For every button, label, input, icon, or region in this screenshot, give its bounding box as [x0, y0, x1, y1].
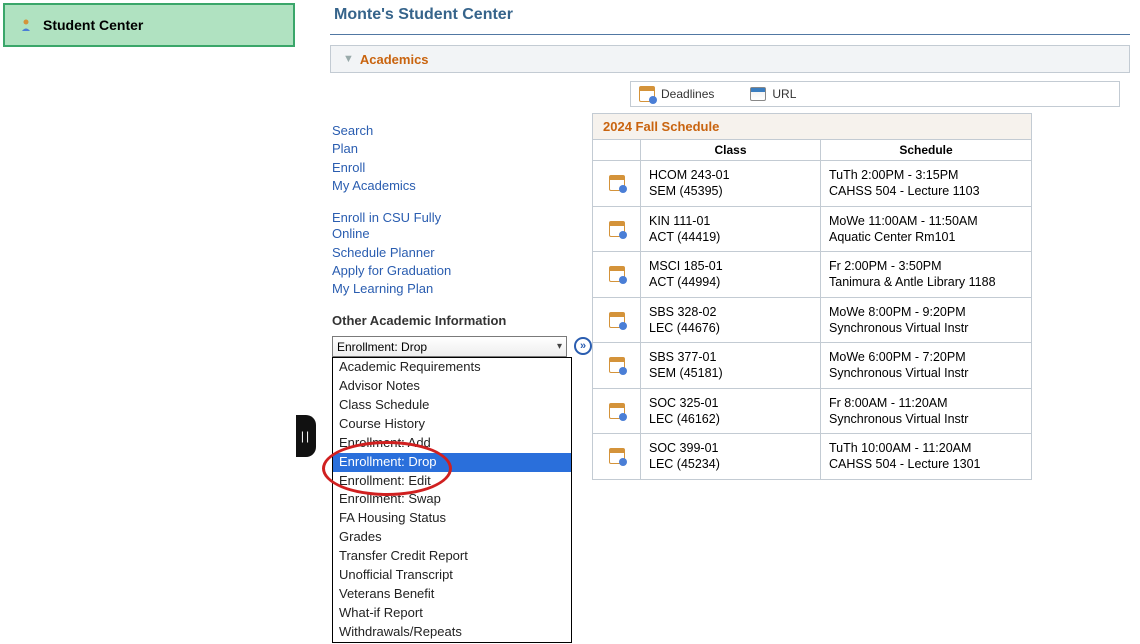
dropdown-option[interactable]: Enrollment: Swap: [333, 490, 571, 509]
row-schedule-cell: Fr 8:00AM - 11:20AMSynchronous Virtual I…: [821, 389, 1031, 434]
schedule-row: SBS 377-01SEM (45181)MoWe 6:00PM - 7:20P…: [593, 343, 1031, 389]
link-enroll[interactable]: Enroll: [332, 160, 572, 176]
schedule-table: 2024 Fall Schedule Class Schedule HCOM 2…: [592, 113, 1032, 480]
schedule-head-schedule: Schedule: [821, 140, 1031, 160]
schedule-row: MSCI 185-01ACT (44994)Fr 2:00PM - 3:50PM…: [593, 252, 1031, 298]
schedule-row: SOC 325-01LEC (46162)Fr 8:00AM - 11:20AM…: [593, 389, 1031, 435]
dropdown-option[interactable]: Advisor Notes: [333, 377, 571, 396]
schedule-header-row: Class Schedule: [593, 140, 1031, 161]
row-class-cell: HCOM 243-01SEM (45395): [641, 161, 821, 206]
row-class-cell: KIN 111-01ACT (44419): [641, 207, 821, 252]
row-schedule-cell: MoWe 11:00AM - 11:50AMAquatic Center Rm1…: [821, 207, 1031, 252]
dropdown-selected-text: Enrollment: Drop: [337, 340, 427, 354]
legend-url: URL: [750, 87, 796, 101]
dropdown-list: Academic RequirementsAdvisor NotesClass …: [332, 357, 572, 642]
dropdown-option[interactable]: Veterans Benefit: [333, 585, 571, 604]
row-schedule-cell: MoWe 6:00PM - 7:20PMSynchronous Virtual …: [821, 343, 1031, 388]
link-my-learning-plan[interactable]: My Learning Plan: [332, 281, 572, 297]
dropdown-option[interactable]: FA Housing Status: [333, 509, 571, 528]
other-academic-dropdown: Enrollment: Drop ▾ » Academic Requiremen…: [332, 336, 572, 357]
deadlines-icon: [609, 312, 625, 328]
nav-student-center[interactable]: Student Center: [3, 3, 295, 47]
link-plan[interactable]: Plan: [332, 141, 572, 157]
legend-url-label: URL: [772, 87, 796, 101]
deadlines-icon: [609, 221, 625, 237]
legend-deadlines: Deadlines: [639, 86, 714, 102]
link-my-academics[interactable]: My Academics: [332, 178, 572, 194]
row-schedule-cell: MoWe 8:00PM - 9:20PMSynchronous Virtual …: [821, 298, 1031, 343]
link-enroll-csu[interactable]: Enroll in CSU Fully Online: [332, 210, 442, 243]
dropdown-option[interactable]: Grades: [333, 528, 571, 547]
other-academic-label: Other Academic Information: [332, 313, 572, 328]
deadlines-icon: [639, 86, 655, 102]
academics-links: Search Plan Enroll My Academics Enroll i…: [330, 113, 572, 357]
dropdown-option[interactable]: Course History: [333, 415, 571, 434]
link-group-top: Search Plan Enroll My Academics: [332, 123, 572, 194]
row-class-cell: SOC 325-01LEC (46162): [641, 389, 821, 434]
dropdown-option[interactable]: Unofficial Transcript: [333, 566, 571, 585]
dropdown-option[interactable]: What-if Report: [333, 604, 571, 623]
dropdown-select[interactable]: Enrollment: Drop ▾: [332, 336, 567, 357]
row-icon-cell[interactable]: [593, 161, 641, 206]
url-icon: [750, 87, 766, 101]
link-group-mid: Enroll in CSU Fully Online Schedule Plan…: [332, 210, 572, 297]
row-icon-cell[interactable]: [593, 252, 641, 297]
nav-label: Student Center: [43, 17, 143, 33]
dropdown-option[interactable]: Academic Requirements: [333, 358, 571, 377]
deadlines-icon: [609, 403, 625, 419]
dropdown-option[interactable]: Enrollment: Edit: [333, 472, 571, 491]
schedule-row: KIN 111-01ACT (44419)MoWe 11:00AM - 11:5…: [593, 207, 1031, 253]
page-title: Monte's Student Center: [330, 0, 1130, 35]
schedule-row: HCOM 243-01SEM (45395)TuTh 2:00PM - 3:15…: [593, 161, 1031, 207]
row-icon-cell[interactable]: [593, 434, 641, 479]
collapse-arrow-icon: ▼: [343, 53, 354, 65]
dropdown-option[interactable]: Withdrawals/Repeats: [333, 623, 571, 642]
link-schedule-planner[interactable]: Schedule Planner: [332, 245, 442, 261]
dropdown-option[interactable]: Enrollment: Add: [333, 434, 571, 453]
schedule-head-icon: [593, 140, 641, 160]
row-class-cell: SBS 328-02LEC (44676): [641, 298, 821, 343]
link-search[interactable]: Search: [332, 123, 572, 139]
schedule-row: SOC 399-01LEC (45234)TuTh 10:00AM - 11:2…: [593, 434, 1031, 479]
row-class-cell: SOC 399-01LEC (45234): [641, 434, 821, 479]
schedule-row: SBS 328-02LEC (44676)MoWe 8:00PM - 9:20P…: [593, 298, 1031, 344]
section-title: Academics: [360, 52, 429, 67]
schedule-footer-links: Weekly Schedule ▶ Enrollment Shopping Ca…: [892, 480, 1140, 522]
link-apply-graduation[interactable]: Apply for Graduation: [332, 263, 572, 279]
academics-header[interactable]: ▼ Academics: [330, 45, 1130, 73]
schedule-head-class: Class: [641, 140, 821, 160]
deadlines-icon: [609, 357, 625, 373]
row-icon-cell[interactable]: [593, 343, 641, 388]
row-schedule-cell: TuTh 10:00AM - 11:20AMCAHSS 504 - Lectur…: [821, 434, 1031, 479]
dropdown-option[interactable]: Class Schedule: [333, 396, 571, 415]
collapse-handle[interactable]: ||: [296, 415, 316, 457]
deadlines-icon: [609, 175, 625, 191]
row-class-cell: MSCI 185-01ACT (44994): [641, 252, 821, 297]
schedule-title: 2024 Fall Schedule: [593, 114, 1031, 140]
chevron-down-icon: ▾: [557, 341, 562, 352]
handle-bars: ||: [301, 429, 311, 443]
dropdown-go-button[interactable]: »: [574, 337, 592, 355]
dropdown-option[interactable]: Transfer Credit Report: [333, 547, 571, 566]
legend-deadlines-label: Deadlines: [661, 87, 714, 101]
legend-bar: Deadlines URL: [630, 81, 1120, 107]
row-schedule-cell: Fr 2:00PM - 3:50PMTanimura & Antle Libra…: [821, 252, 1031, 297]
dropdown-option[interactable]: Enrollment: Drop: [333, 453, 571, 472]
deadlines-icon: [609, 448, 625, 464]
row-schedule-cell: TuTh 2:00PM - 3:15PMCAHSS 504 - Lecture …: [821, 161, 1031, 206]
row-icon-cell[interactable]: [593, 298, 641, 343]
student-icon: [19, 18, 33, 32]
row-icon-cell[interactable]: [593, 389, 641, 434]
row-icon-cell[interactable]: [593, 207, 641, 252]
deadlines-icon: [609, 266, 625, 282]
row-class-cell: SBS 377-01SEM (45181): [641, 343, 821, 388]
